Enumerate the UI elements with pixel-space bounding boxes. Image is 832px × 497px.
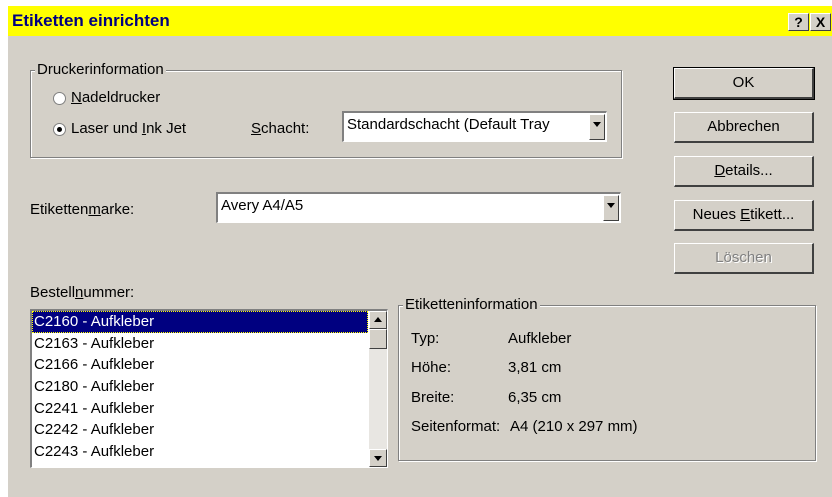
title-bar[interactable]: Etiketten einrichten ? X [8,6,832,36]
dot-matrix-label[interactable]: Nadeldrucker [71,89,160,106]
list-item[interactable]: C2160 - Aufkleber [32,311,368,333]
height-value: 3,81 cm [508,359,562,376]
tray-value: Standardschacht (Default Tray [347,116,550,133]
order-number-label: Bestellnummer: [30,284,135,301]
scroll-up-button[interactable] [369,311,387,329]
dialog-title: Etiketten einrichten [12,11,170,30]
cancel-button[interactable]: Abbrechen [674,112,814,143]
tray-select[interactable]: Standardschacht (Default Tray [342,111,607,142]
radio-selected-dot [57,127,62,132]
type-value: Aufkleber [508,330,572,347]
list-item[interactable]: C2166 - Aufkleber [32,354,368,376]
order-number-list[interactable]: C2160 - Aufkleber C2163 - Aufkleber C216… [30,309,388,468]
label-info-group: Etiketteninformation [398,296,816,461]
list-item[interactable]: C2243 - Aufkleber [32,441,368,463]
scroll-thumb[interactable] [369,329,387,349]
printer-info-legend: Druckerinformation [35,61,166,78]
height-label: Höhe: [411,359,452,376]
help-button[interactable]: ? [788,13,809,31]
label-brand-dropdown-button[interactable] [603,195,619,221]
tray-dropdown-button[interactable] [589,114,605,140]
type-label: Typ: [411,330,440,347]
new-label-button[interactable]: Neues Etikett... [674,200,814,231]
label-brand-value: Avery A4/A5 [221,197,304,214]
label-brand-select[interactable]: Avery A4/A5 [216,192,621,223]
dot-matrix-radio[interactable] [53,92,66,105]
delete-button[interactable]: Löschen [674,243,814,274]
close-button[interactable]: X [810,13,831,31]
label-setup-dialog: Etiketten einrichten ? X Druckerinformat… [8,6,832,497]
chevron-down-icon [607,203,615,208]
list-item[interactable]: C2241 - Aufkleber [32,398,368,420]
tray-label: Schacht: [251,120,310,137]
chevron-up-icon [374,317,382,322]
width-label: Breite: [411,389,455,406]
label-brand-label: Etikettenmarke: [30,201,135,218]
width-value: 6,35 cm [508,389,562,406]
page-size-value: A4 (210 x 297 mm) [510,418,638,435]
laser-label[interactable]: Laser und Ink Jet [71,120,186,137]
chevron-down-icon [593,122,601,127]
label-info-legend: Etiketteninformation [403,296,540,313]
list-scrollbar[interactable] [369,311,387,467]
order-number-items: C2160 - Aufkleber C2163 - Aufkleber C216… [32,311,368,463]
laser-radio[interactable] [53,123,66,136]
list-item[interactable]: C2242 - Aufkleber [32,419,368,441]
page-size-label: Seitenformat: [411,418,501,435]
scroll-down-button[interactable] [369,449,387,467]
list-item[interactable]: C2180 - Aufkleber [32,376,368,398]
list-item[interactable]: C2163 - Aufkleber [32,333,368,355]
details-button[interactable]: Details... [674,156,814,187]
chevron-down-icon [374,456,382,461]
ok-button[interactable]: OK [673,67,815,100]
